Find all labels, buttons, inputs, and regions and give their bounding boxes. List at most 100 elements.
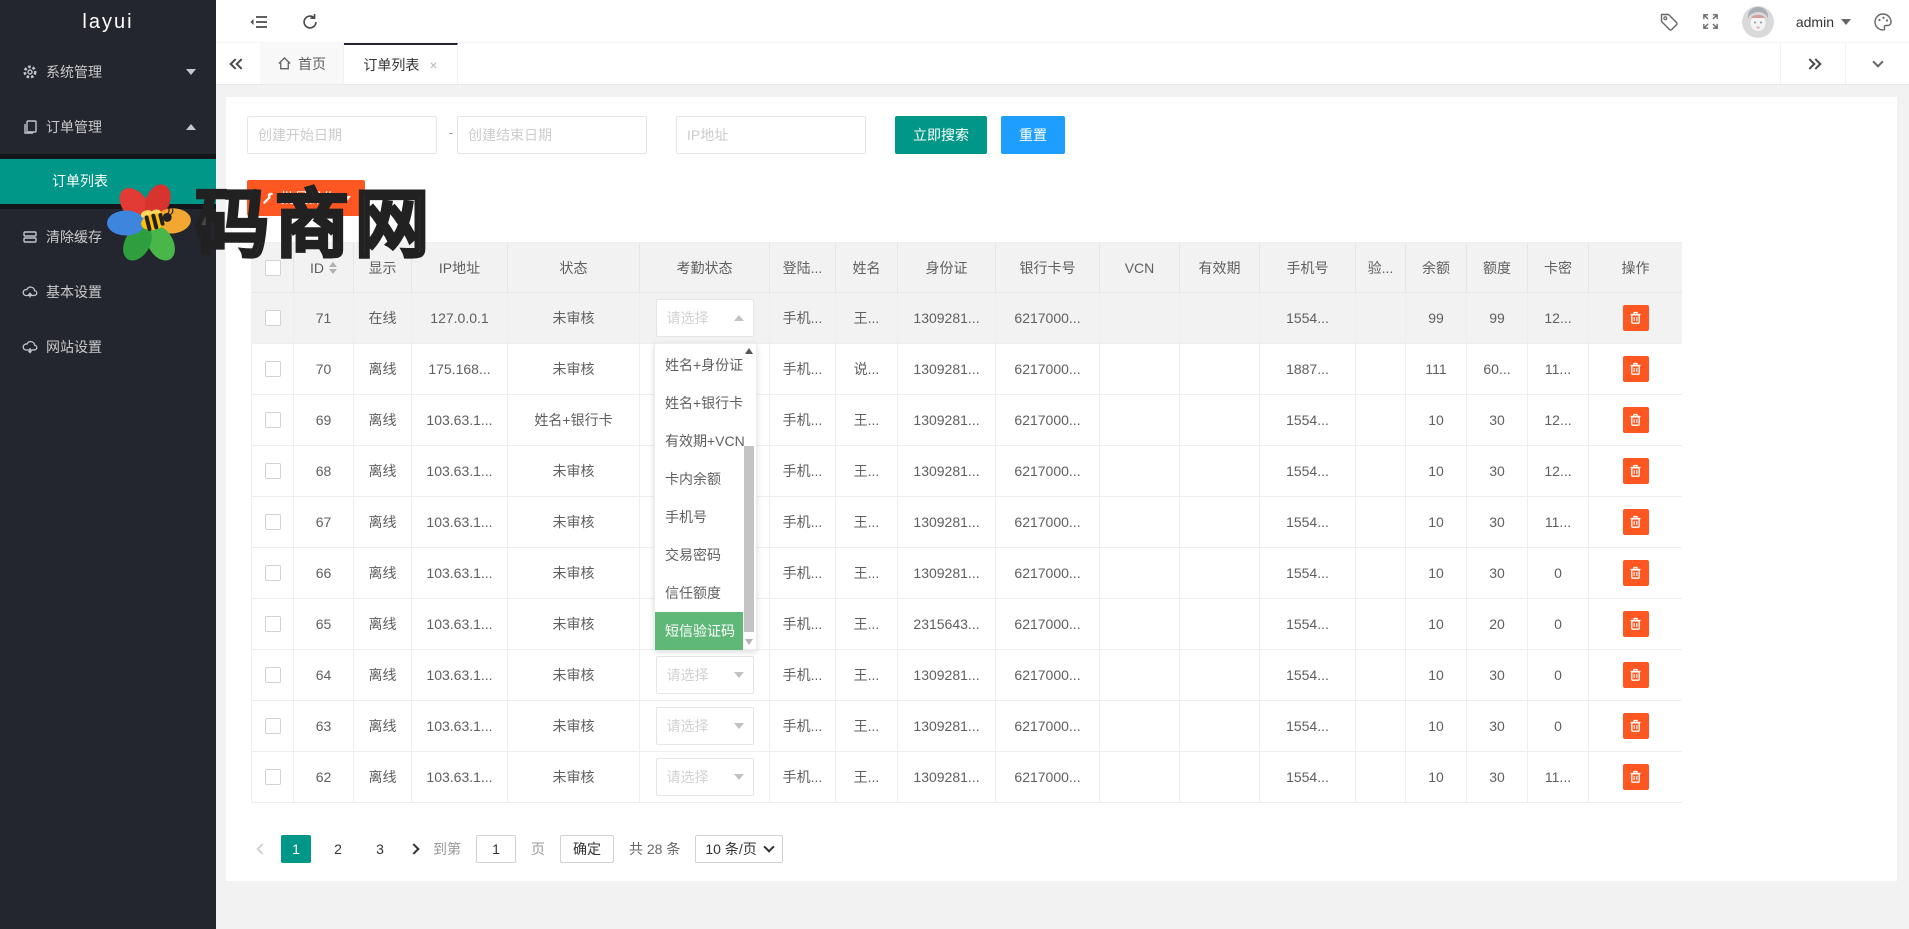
sidebar-submenu: 订单列表 (0, 154, 216, 209)
per-page-select[interactable]: 10 条/页 (695, 835, 782, 863)
table-cell: 在线 (354, 293, 412, 344)
delete-button[interactable] (1623, 611, 1649, 637)
delete-button[interactable] (1623, 662, 1649, 688)
sidebar-item-orders[interactable]: 订单管理 (0, 99, 216, 154)
chevron-down-icon (186, 69, 196, 75)
fullscreen-icon[interactable] (1701, 12, 1720, 31)
scroll-up-icon[interactable] (745, 348, 753, 354)
table-cell: 手机... (770, 548, 836, 599)
table-cell: 111 (1406, 344, 1467, 395)
table-cell: 未审核 (508, 548, 640, 599)
sidebar-item-site-settings[interactable]: 网站设置 (0, 319, 216, 374)
dropdown-option[interactable]: 姓名+身份证 (655, 346, 743, 384)
reset-button[interactable]: 重置 (1001, 116, 1065, 154)
sort-icon[interactable] (329, 262, 337, 274)
scroll-down-icon[interactable] (745, 639, 753, 645)
row-checkbox[interactable] (265, 667, 281, 683)
goto-page-input[interactable] (476, 835, 516, 863)
table-cell: 68 (294, 446, 354, 497)
close-tab-icon[interactable]: × (429, 57, 437, 73)
table-cell: 离线 (354, 446, 412, 497)
page-number[interactable]: 3 (365, 835, 395, 863)
tabbar: 首页 订单列表 × (216, 43, 1909, 85)
dropdown-option[interactable]: 手机号 (655, 498, 743, 536)
date-end-input[interactable] (457, 116, 647, 154)
row-checkbox[interactable] (265, 514, 281, 530)
attendance-dropdown-panel: 姓名+身份证姓名+银行卡有效期+VCN卡内余额手机号交易密码信任额度短信验证码 (654, 343, 757, 650)
table-cell (1180, 599, 1260, 650)
delete-button[interactable] (1623, 458, 1649, 484)
row-checkbox[interactable] (265, 769, 281, 785)
cloud-site-icon (22, 339, 38, 355)
tabs-scroll-left-icon[interactable] (216, 43, 260, 84)
table-row: 68离线103.63.1...未审核请选择手机...王...1309281...… (252, 446, 1681, 497)
user-menu[interactable]: admin (1796, 14, 1851, 30)
prev-page-icon[interactable] (256, 843, 267, 854)
refresh-icon[interactable] (300, 12, 320, 32)
date-start-input[interactable] (247, 116, 437, 154)
dropdown-option[interactable]: 短信验证码 (655, 612, 743, 650)
delete-button[interactable] (1623, 356, 1649, 382)
dropdown-option[interactable]: 卡内余额 (655, 460, 743, 498)
page-number[interactable]: 1 (281, 835, 311, 863)
table-cell: 6217000... (996, 344, 1100, 395)
sidebar-item-system[interactable]: 系统管理 (0, 44, 216, 99)
row-checkbox[interactable] (265, 310, 281, 326)
row-checkbox[interactable] (265, 412, 281, 428)
delete-button[interactable] (1623, 407, 1649, 433)
next-page-icon[interactable] (408, 843, 419, 854)
select-all-checkbox[interactable] (265, 260, 281, 276)
table-cell: 65 (294, 599, 354, 650)
attendance-select[interactable]: 请选择 (656, 656, 754, 694)
row-checkbox[interactable] (265, 616, 281, 632)
table-cell: 未审核 (508, 650, 640, 701)
tabs-menu-icon[interactable] (1845, 43, 1909, 84)
confirm-page-button[interactable]: 确定 (560, 835, 614, 863)
table-cell: 60... (1467, 344, 1528, 395)
sidebar-item-order-list[interactable]: 订单列表 (0, 159, 216, 204)
table-cell: 6217000... (996, 548, 1100, 599)
table-cell: 王... (836, 701, 898, 752)
page-number[interactable]: 2 (323, 835, 353, 863)
scrollbar-thumb[interactable] (744, 446, 754, 632)
row-checkbox[interactable] (265, 565, 281, 581)
dropdown-option[interactable]: 信任额度 (655, 574, 743, 612)
attendance-select[interactable]: 请选择 (656, 758, 754, 796)
attendance-select[interactable]: 请选择 (656, 299, 754, 337)
delete-button[interactable] (1623, 305, 1649, 331)
delete-button[interactable] (1623, 764, 1649, 790)
table-cell: 手机... (770, 395, 836, 446)
ip-input[interactable] (676, 116, 866, 154)
collapse-sidebar-icon[interactable] (248, 11, 270, 33)
caret-down-icon (734, 723, 744, 729)
tab-home[interactable]: 首页 (260, 43, 344, 84)
search-button[interactable]: 立即搜索 (895, 116, 987, 154)
dropdown-option[interactable]: 姓名+银行卡 (655, 384, 743, 422)
tabs-scroll-right-icon[interactable] (1780, 43, 1845, 84)
action-cell (1589, 701, 1682, 752)
checkbox-cell (252, 548, 294, 599)
row-checkbox[interactable] (265, 361, 281, 377)
trash-icon (1629, 464, 1642, 478)
attendance-cell: 请选择 (640, 701, 770, 752)
table-row: 69离线103.63.1...姓名+银行卡请选择手机...王...1309281… (252, 395, 1681, 446)
theme-palette-icon[interactable] (1873, 12, 1893, 32)
avatar[interactable] (1742, 6, 1774, 38)
dropdown-scrollbar[interactable] (743, 346, 755, 647)
tab-order-list[interactable]: 订单列表 × (344, 43, 458, 84)
table-row: 67离线103.63.1...未审核请选择手机...王...1309281...… (252, 497, 1681, 548)
dropdown-option[interactable]: 有效期+VCN (655, 422, 743, 460)
sidebar-item-clear-cache[interactable]: 清除缓存 (0, 209, 216, 264)
row-checkbox[interactable] (265, 718, 281, 734)
delete-button[interactable] (1623, 560, 1649, 586)
delete-button[interactable] (1623, 713, 1649, 739)
row-checkbox[interactable] (265, 463, 281, 479)
batch-actions-button[interactable]: 批量操作 (247, 180, 365, 216)
table-cell: 62 (294, 752, 354, 803)
sidebar-item-basic-settings[interactable]: 基本设置 (0, 264, 216, 319)
delete-button[interactable] (1623, 509, 1649, 535)
tag-icon[interactable] (1659, 12, 1679, 32)
table-cell: 1309281... (898, 701, 996, 752)
dropdown-option[interactable]: 交易密码 (655, 536, 743, 574)
attendance-select[interactable]: 请选择 (656, 707, 754, 745)
